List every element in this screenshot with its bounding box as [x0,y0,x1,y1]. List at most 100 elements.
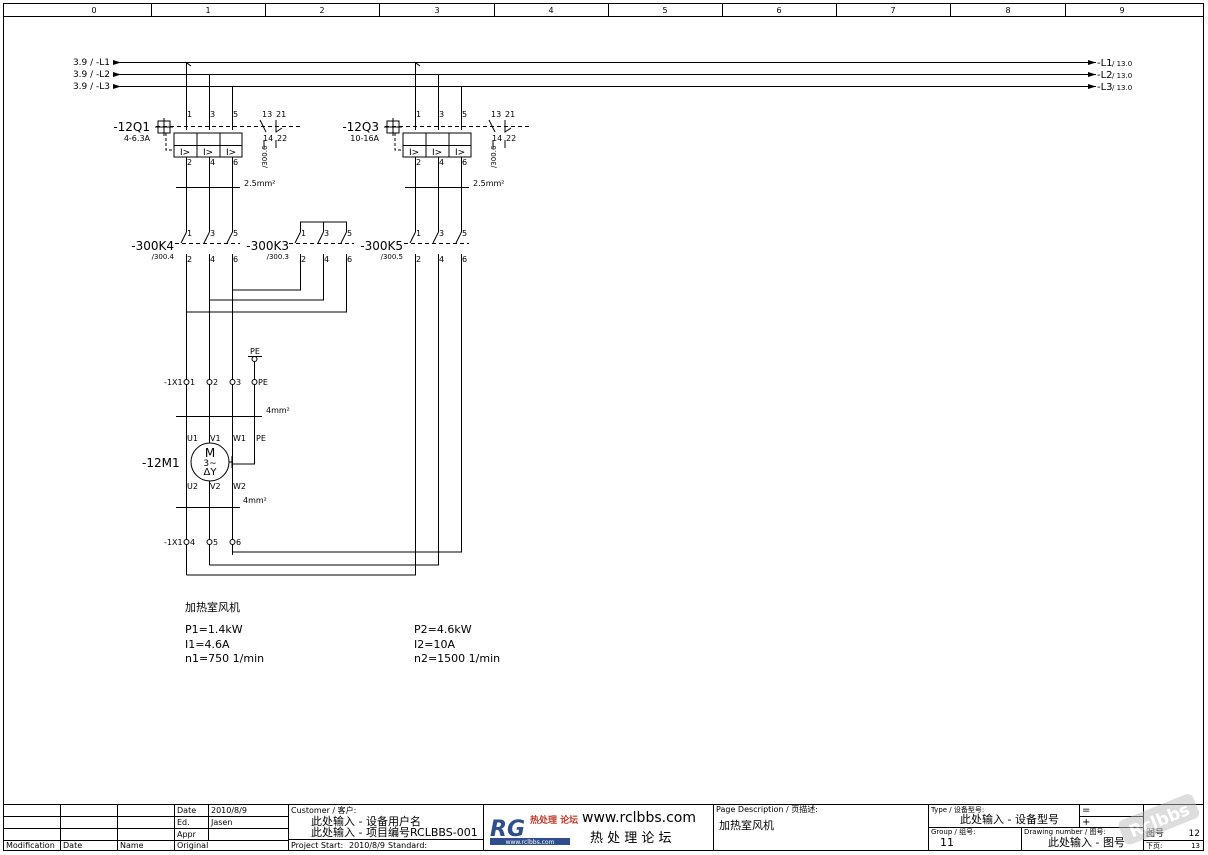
svg-text:5: 5 [347,229,352,238]
svg-text:13: 13 [262,110,272,119]
svg-text:I>: I> [203,148,213,158]
svg-text:Project Start:: Project Start: [291,841,343,850]
breaker-tag: -12Q1 [113,120,150,134]
svg-text:I>: I> [409,148,419,158]
speed2-rpm: n2=1500 1/min [414,652,500,665]
svg-text:1: 1 [187,110,192,119]
column-number: 8 [1005,6,1010,15]
svg-text:22: 22 [506,134,516,143]
svg-text:2: 2 [416,158,421,167]
svg-text:3: 3 [439,229,444,238]
svg-text:Modification: Modification [6,841,55,850]
svg-text:3: 3 [236,378,241,387]
svg-text:6: 6 [462,255,467,264]
terminal-strip-tag: -1X1 [164,538,183,547]
page-number: 12 [1189,829,1200,839]
svg-text:Drawing number / 图号:: Drawing number / 图号: [1024,828,1106,836]
breaker-tag: -12Q3 [342,120,379,134]
speed1-rpm: n1=750 1/min [185,652,264,665]
column-number: 4 [548,6,553,15]
contactor-k4 [175,231,240,244]
column-number: 1 [205,6,210,15]
supply-bus [113,62,1096,87]
breaker-range: 10-16A [350,134,379,143]
supply-out-l2: -L2 [1097,70,1113,81]
supply-out-l3: -L3 [1097,82,1113,93]
breaker-aux-ref: /300.6 [261,145,269,168]
svg-text:Ed.: Ed. [177,818,190,827]
contactor-k5 [404,231,469,244]
svg-text:Jasen: Jasen [210,818,232,827]
supply-ref-l2: 3.9 / -L2 [73,70,110,80]
motor-symbol: M [205,446,215,460]
customer-label: Customer / 客户: [291,805,356,815]
svg-text:2: 2 [213,378,218,387]
type-value: 此处输入 - 设备型号 [960,812,1059,826]
svg-text:1: 1 [416,110,421,119]
svg-text:Date: Date [63,841,82,850]
svg-text:PE: PE [258,378,268,387]
wire-size: 4mm² [243,496,267,505]
svg-text:V2: V2 [210,482,221,491]
svg-text:6: 6 [233,255,238,264]
contactor-tag: -300K5 [360,239,403,253]
svg-text:+: + [1082,817,1090,828]
svg-text:4: 4 [439,255,444,264]
site-chinese: 热 处 理 论 坛 [590,831,672,846]
svg-text:V1: V1 [210,434,221,443]
breaker-range: 4-6.3A [124,134,151,143]
supply-ref-l3: 3.9 / -L3 [73,82,110,92]
svg-text:I>: I> [455,148,465,158]
svg-text:I>: I> [180,148,190,158]
svg-text:2: 2 [187,158,192,167]
supply-out-l1: -L1 [1097,58,1113,69]
column-number: 3 [434,6,439,15]
svg-text:6: 6 [347,255,352,264]
svg-text:Standard:: Standard: [388,841,427,850]
svg-text:=: = [1082,805,1090,816]
branch-2-wiring [186,62,462,576]
column-number: 7 [890,6,895,15]
svg-text:14: 14 [263,134,273,143]
svg-text:/ 13.0: / 13.0 [1112,84,1132,92]
svg-text:6: 6 [462,158,467,167]
supply-refs-right: -L1 -L2 -L3 / 13.0 / 13.0 / 13.0 [1097,58,1132,93]
svg-text:6: 6 [236,538,241,547]
column-number: 9 [1119,6,1124,15]
svg-text:4: 4 [210,255,215,264]
supply-refs-left: 3.9 / -L1 3.9 / -L2 3.9 / -L3 [73,58,110,92]
svg-text:/ 13.0: / 13.0 [1112,60,1132,68]
wire-size: 4mm² [266,406,290,415]
supply-out-page: 13.0 [1117,84,1133,92]
customer-line2: 此处输入 - 项目编号RCLBBS-001 [311,825,478,839]
page-description-value: 加热室风机 [719,818,774,832]
svg-text:下页:: 下页: [1146,842,1162,850]
svg-text:13: 13 [491,110,501,119]
svg-text:U1: U1 [187,434,198,443]
supply-out-page: 13.0 [1117,72,1133,80]
svg-text:Date: Date [177,806,196,815]
contactor-k3 [289,231,354,244]
svg-text:5: 5 [233,110,238,119]
bus-junctions [186,62,421,67]
sheet-border [3,3,1204,851]
svg-text:5: 5 [233,229,238,238]
svg-text:Name: Name [120,841,144,850]
svg-text:1: 1 [416,229,421,238]
wire-size: 2.5mm² [473,179,505,188]
contactor-ref: /300.5 [381,253,403,261]
svg-text:W1: W1 [233,434,246,443]
page-description-label: Page Description / 页描述: [716,804,818,814]
svg-text:W2: W2 [233,482,246,491]
svg-text:3: 3 [324,229,329,238]
next-page: 13 [1191,842,1200,850]
svg-text:4: 4 [210,158,215,167]
svg-text:4: 4 [324,255,329,264]
svg-text:1: 1 [190,378,195,387]
column-number: 5 [662,6,667,15]
svg-text:I>: I> [226,148,236,158]
supply-ref-l1: 3.9 / -L1 [73,58,110,68]
motor-12m1: M 3~ ΔΥ -12M1 U1 V1 W1 PE U2 V2 W2 [142,434,266,491]
column-number: 2 [319,6,324,15]
contactor-ref: /300.3 [267,253,289,261]
